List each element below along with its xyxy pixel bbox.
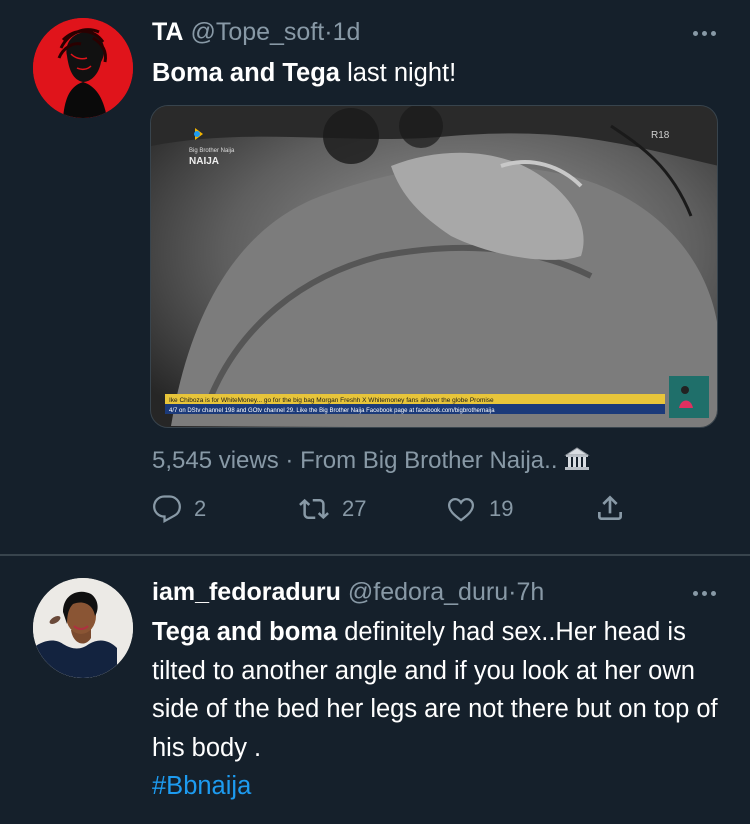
separator: · — [324, 18, 333, 46]
views-count: 5,545 views — [152, 447, 279, 474]
more-icon[interactable] — [693, 31, 716, 36]
media-caption-top: Big Brother Naija — [189, 148, 235, 154]
share-button[interactable] — [594, 492, 626, 524]
like-count: 19 — [489, 496, 514, 521]
reply-icon — [153, 495, 181, 524]
handle[interactable]: @Tope_soft — [190, 18, 324, 46]
tweet-1[interactable]: TA @Tope_soft·1d Boma and Tega last nigh… — [0, 0, 750, 555]
tweet-text-bold: Tega and boma — [152, 618, 338, 646]
tweet-text-bold: Boma and Tega — [152, 59, 340, 87]
retweet-icon — [299, 498, 329, 520]
tweet-text: Boma and Tega last night! — [152, 54, 722, 93]
media-badge: R18 — [651, 130, 670, 141]
hashtag-link[interactable]: #Bbnaija — [152, 772, 251, 800]
more-icon[interactable] — [693, 591, 716, 596]
media-ticker-1: Ike Chiboza is for WhiteMoney... go for … — [169, 397, 494, 404]
avatar-image — [33, 18, 133, 118]
tweet-header: iam_fedoraduru @fedora_duru·7h — [152, 578, 544, 607]
like-button[interactable]: 19 — [445, 494, 513, 524]
media-watermark: NAIJA — [189, 156, 219, 167]
video-frame: Big Brother Naija NAIJA R18 Ike Chiboza … — [151, 106, 717, 427]
views-source: From Big Brother Naija.. — [300, 447, 558, 474]
tweet-media-image[interactable]: Big Brother Naija NAIJA R18 Ike Chiboza … — [150, 105, 718, 428]
display-name[interactable]: TA — [152, 18, 183, 46]
avatar[interactable] — [33, 18, 133, 118]
tweet-text-rest: last night! — [339, 59, 457, 87]
display-name[interactable]: iam_fedoraduru — [152, 578, 341, 606]
retweet-button[interactable]: 27 — [298, 494, 366, 524]
tweet-2[interactable]: iam_fedoraduru @fedora_duru·7h Tega and … — [0, 556, 750, 824]
like-icon — [447, 497, 475, 522]
retweet-count: 27 — [342, 496, 367, 521]
reply-count: 2 — [194, 496, 207, 521]
tweet-header: TA @Tope_soft·1d — [152, 18, 360, 47]
share-icon — [598, 495, 622, 520]
media-ticker-2: 4/7 on DStv channel 198 and GOtv channel… — [169, 408, 495, 414]
views-separator: · — [278, 447, 301, 474]
avatar-image — [33, 578, 133, 678]
handle[interactable]: @fedora_duru — [348, 578, 508, 606]
timestamp[interactable]: 7h — [516, 578, 544, 606]
action-bar: 2 27 19 — [0, 492, 750, 532]
tweet-text: Tega and boma definitely had sex..Her he… — [152, 613, 722, 806]
timestamp[interactable]: 1d — [333, 18, 361, 46]
reply-button[interactable]: 2 — [152, 494, 206, 524]
avatar[interactable] — [33, 578, 133, 678]
museum-emoji — [564, 447, 590, 470]
view-count-line[interactable]: 5,545 views · From Big Brother Naija.. — [152, 446, 590, 475]
